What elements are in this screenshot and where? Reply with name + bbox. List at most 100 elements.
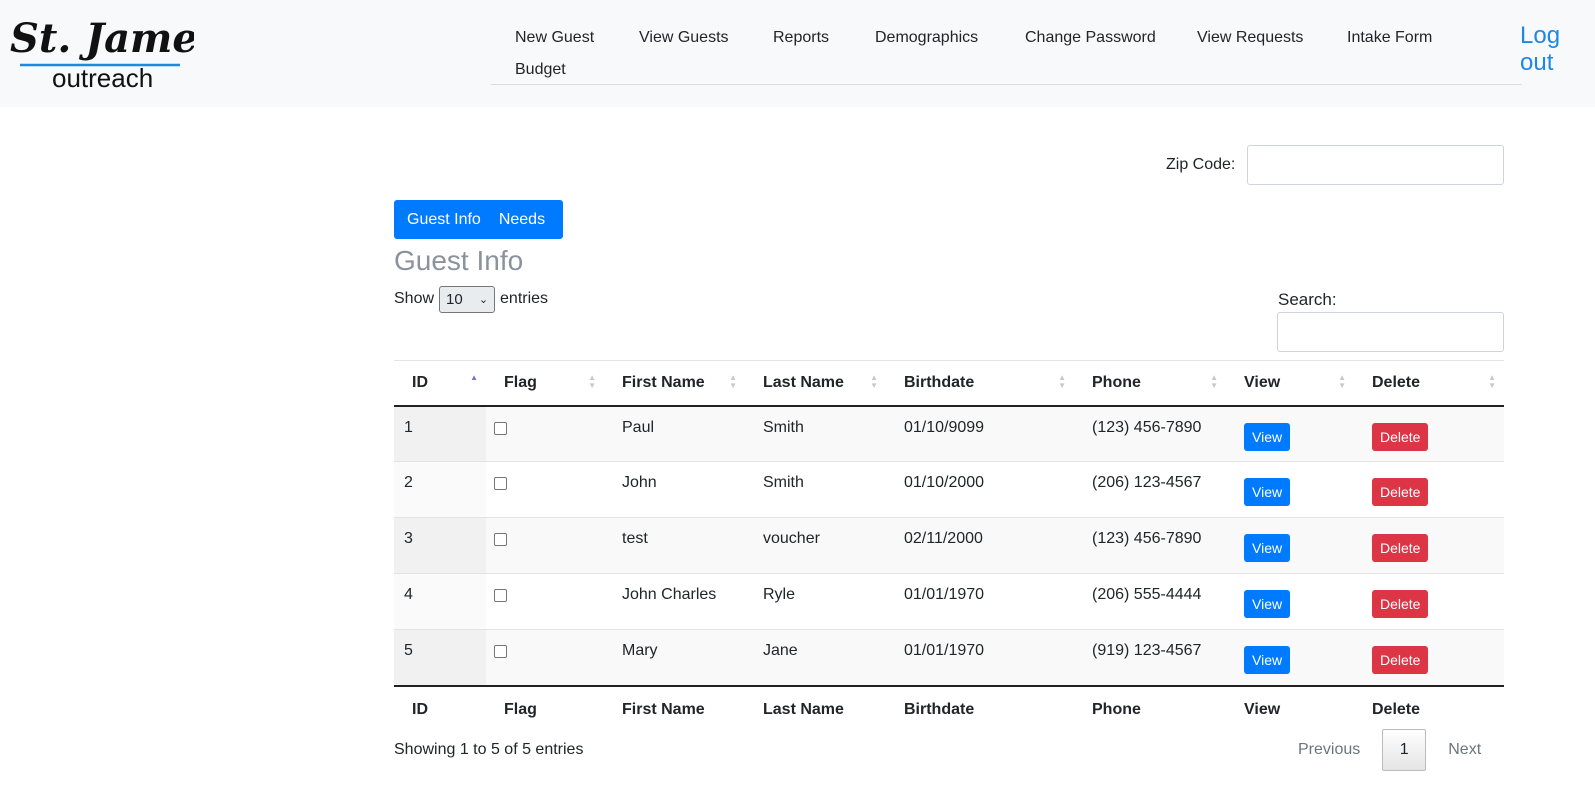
cell-first-name: Paul — [622, 418, 655, 436]
cell-last-name: Jane — [763, 642, 798, 659]
nav-view-requests[interactable]: View Requests — [1197, 29, 1303, 47]
col-header-phone[interactable]: Phone ▲ ▼ — [1074, 360, 1226, 407]
nav-reports[interactable]: Reports — [773, 29, 829, 47]
col-header-view[interactable]: View ▲ ▼ — [1226, 360, 1354, 407]
sort-icon: ▲ ▼ — [1488, 373, 1496, 390]
nav-demographics[interactable]: Demographics — [875, 29, 978, 47]
cell-first-name: John — [622, 474, 657, 491]
delete-button[interactable]: Delete — [1372, 478, 1429, 506]
logo-image: St. James outreach — [10, 15, 194, 92]
footer-col-id: ID — [394, 684, 486, 734]
view-button[interactable]: View — [1244, 590, 1291, 618]
table-row: 4 John Charles Ryle 01/01/1970 (206) 555… — [394, 573, 1504, 630]
table-row: 1 Paul Smith 01/10/9099 (123) 456-7890 V… — [394, 405, 1504, 462]
flag-checkbox[interactable] — [494, 589, 507, 602]
cell-phone: (919) 123-4567 — [1092, 642, 1202, 659]
logo-line2: outreach — [52, 63, 153, 92]
cell-id: 2 — [394, 461, 486, 518]
delete-button[interactable]: Delete — [1372, 422, 1429, 451]
pagination: Previous 1 Next — [1298, 729, 1481, 771]
footer-col-delete: Delete — [1354, 684, 1504, 734]
nav-change-password[interactable]: Change Password — [1025, 29, 1156, 47]
sort-icon: ▲ ▼ — [1058, 373, 1066, 390]
next-page-button[interactable]: Next — [1448, 741, 1481, 759]
col-header-delete[interactable]: Delete ▲ ▼ — [1354, 360, 1504, 407]
col-header-last-name[interactable]: Last Name ▲ ▼ — [745, 360, 886, 407]
view-button[interactable]: View — [1244, 478, 1291, 506]
col-header-birthdate[interactable]: Birthdate ▲ ▼ — [886, 360, 1074, 407]
cell-phone: (123) 456-7890 — [1092, 418, 1202, 436]
cell-birthdate: 01/01/1970 — [904, 586, 985, 603]
logo-line1: St. James — [10, 15, 194, 62]
sort-icon: ▲ ▼ — [870, 373, 878, 390]
view-button[interactable]: View — [1244, 534, 1291, 562]
chevron-down-icon: ⌄ — [478, 293, 489, 306]
cell-birthdate: 01/10/9099 — [904, 418, 985, 436]
cell-id: 3 — [394, 517, 486, 574]
nav-intake-form[interactable]: Intake Form — [1347, 29, 1432, 47]
entries-select-value: 10 — [446, 290, 463, 308]
col-header-flag[interactable]: Flag ▲ ▼ — [486, 360, 604, 407]
cell-birthdate: 01/01/1970 — [904, 642, 985, 659]
col-header-id[interactable]: ID ▲ — [394, 360, 486, 407]
flag-checkbox[interactable] — [494, 645, 507, 658]
nav-budget[interactable]: Budget — [515, 61, 566, 79]
nav-links: New Guest View Guests Reports Demographi… — [491, 20, 1522, 85]
cell-id: 4 — [394, 573, 486, 630]
delete-button[interactable]: Delete — [1372, 534, 1429, 562]
table-header-row: ID ▲ Flag ▲ ▼ First Name ▲ ▼ Last Name ▲ ▼ Birt… — [394, 360, 1504, 407]
search-label: Search: — [1278, 290, 1337, 309]
navbar: St. James outreach New Guest View Guests… — [0, 0, 1595, 107]
table-row: 3 test voucher 02/11/2000 (123) 456-7890… — [394, 517, 1504, 574]
zip-code-label: Zip Code: — [1166, 156, 1236, 173]
flag-checkbox[interactable] — [494, 533, 507, 546]
logout-link[interactable]: Log out — [1520, 22, 1580, 76]
sort-asc-icon: ▲ — [470, 373, 478, 382]
zip-code-input[interactable] — [1247, 145, 1504, 185]
show-entries: Show 10 ⌄ entries — [394, 285, 548, 313]
cell-last-name: Smith — [763, 418, 804, 436]
entries-select[interactable]: 10 ⌄ — [439, 285, 496, 313]
tab-needs[interactable]: Needs — [499, 211, 545, 229]
logo[interactable]: St. James outreach — [4, 8, 194, 92]
table-info: Showing 1 to 5 of 5 entries — [394, 741, 584, 758]
flag-checkbox[interactable] — [494, 421, 507, 435]
sort-icon: ▲ ▼ — [588, 373, 596, 390]
section-title: Guest Info — [394, 245, 524, 276]
table-row: 5 Mary Jane 01/01/1970 (919) 123-4567 Vi… — [394, 629, 1504, 686]
cell-phone: (206) 555-4444 — [1092, 586, 1202, 603]
show-label: Show — [394, 290, 435, 307]
footer-col-first-name: First Name — [604, 684, 745, 734]
nav-new-guest[interactable]: New Guest — [515, 29, 594, 47]
view-button[interactable]: View — [1244, 646, 1291, 674]
page-1-button[interactable]: 1 — [1382, 729, 1427, 771]
cell-first-name: test — [622, 530, 648, 547]
delete-button[interactable]: Delete — [1372, 590, 1429, 618]
nav-view-guests[interactable]: View Guests — [639, 29, 729, 47]
guest-table: ID ▲ Flag ▲ ▼ First Name ▲ ▼ Last Name ▲ ▼ Birt… — [394, 360, 1504, 734]
cell-last-name: voucher — [763, 530, 820, 547]
footer-col-last-name: Last Name — [745, 684, 886, 734]
cell-last-name: Smith — [763, 474, 804, 491]
table-footer-row: ID Flag First Name Last Name Birthdate P… — [394, 684, 1504, 734]
cell-first-name: Mary — [622, 642, 658, 659]
sort-icon: ▲ ▼ — [1338, 373, 1346, 390]
sort-icon: ▲ ▼ — [729, 373, 737, 390]
cell-birthdate: 02/11/2000 — [904, 530, 983, 547]
table-row: 2 John Smith 01/10/2000 (206) 123-4567 V… — [394, 461, 1504, 518]
cell-first-name: John Charles — [622, 586, 717, 603]
search-input[interactable] — [1277, 312, 1504, 352]
footer-col-birthdate: Birthdate — [886, 684, 1074, 734]
flag-checkbox[interactable] — [494, 477, 507, 490]
cell-id: 5 — [394, 629, 486, 686]
view-button[interactable]: View — [1244, 422, 1291, 451]
cell-last-name: Ryle — [763, 586, 796, 603]
sort-icon: ▲ ▼ — [1210, 373, 1218, 390]
previous-page-button[interactable]: Previous — [1298, 741, 1360, 759]
tab-guest-info[interactable]: Guest Info — [407, 211, 481, 229]
cell-phone: (206) 123-4567 — [1092, 474, 1202, 491]
col-header-first-name[interactable]: First Name ▲ ▼ — [604, 360, 745, 407]
cell-birthdate: 01/10/2000 — [904, 474, 985, 491]
delete-button[interactable]: Delete — [1372, 646, 1429, 674]
tab-group: Guest Info Needs — [394, 200, 563, 239]
